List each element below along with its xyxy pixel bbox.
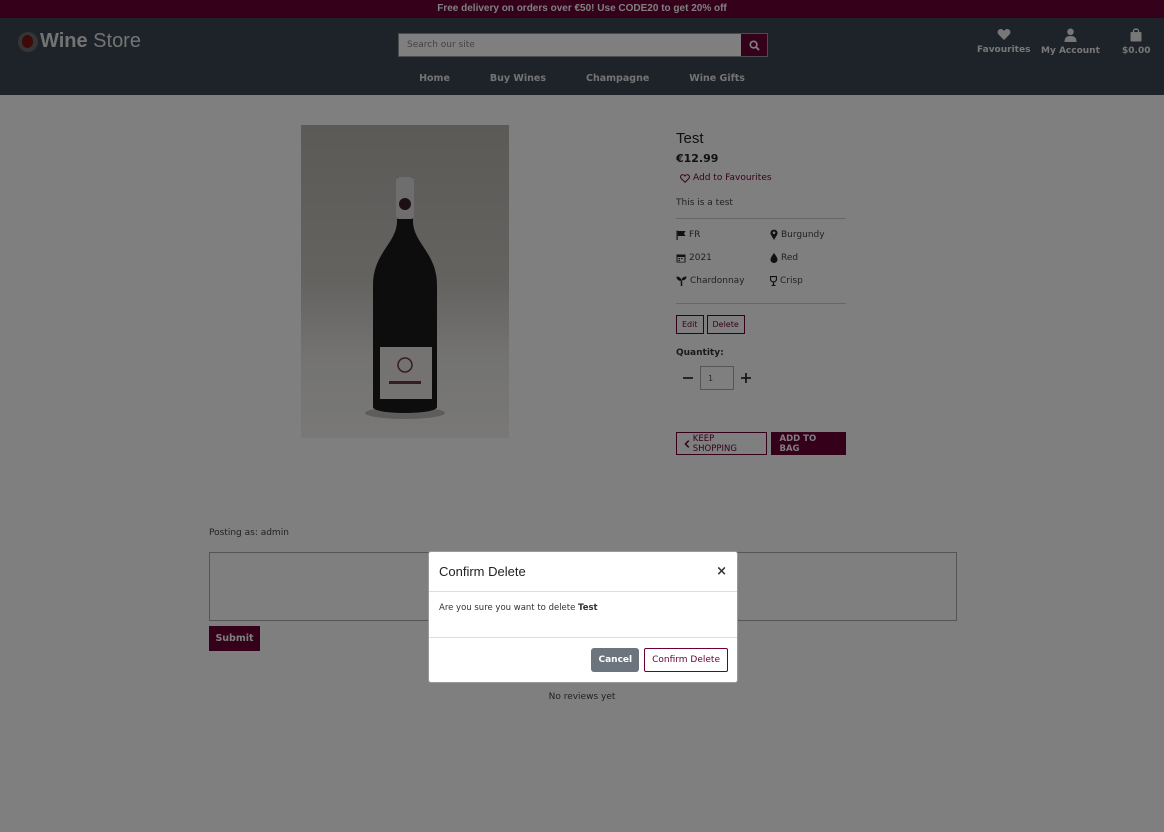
modal-footer: Cancel Confirm Delete bbox=[429, 638, 737, 682]
confirm-delete-modal: Confirm Delete × Are you sure you want t… bbox=[428, 551, 738, 683]
modal-body: Are you sure you want to delete Test bbox=[429, 592, 737, 638]
close-icon[interactable]: × bbox=[716, 564, 727, 579]
cancel-button[interactable]: Cancel bbox=[591, 648, 640, 672]
modal-title: Confirm Delete bbox=[439, 564, 526, 579]
modal-message: Are you sure you want to delete bbox=[439, 603, 579, 613]
confirm-delete-button[interactable]: Confirm Delete bbox=[644, 648, 728, 672]
modal-item-name: Test bbox=[578, 603, 598, 613]
modal-backdrop[interactable] bbox=[0, 0, 1164, 832]
modal-header: Confirm Delete × bbox=[429, 552, 737, 592]
